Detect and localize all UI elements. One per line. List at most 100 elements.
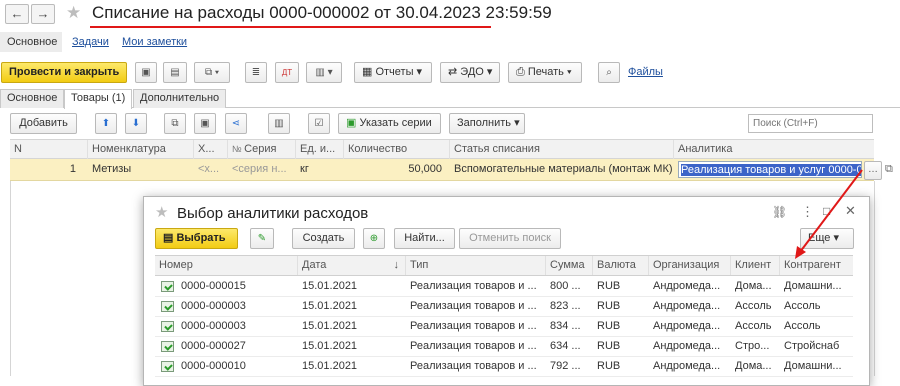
posted-document-icon bbox=[161, 281, 174, 292]
cell-client: Стро... bbox=[735, 340, 770, 352]
open-icon[interactable]: ⧉ bbox=[885, 163, 893, 176]
col-organization[interactable]: Организация bbox=[649, 256, 731, 275]
cell-number: 0000-000003 bbox=[181, 320, 246, 332]
favorite-star-icon[interactable]: ★ bbox=[66, 3, 81, 23]
section-tab-tasks[interactable]: Задачи bbox=[72, 36, 109, 48]
move-down-icon[interactable]: ⬇ bbox=[125, 113, 147, 134]
select-ellipsis-button[interactable]: … bbox=[864, 161, 882, 180]
related-documents-icon[interactable]: ▥ ▾ bbox=[306, 62, 342, 83]
edit-icon[interactable]: ✎ bbox=[250, 228, 274, 249]
checklist-icon[interactable]: ☑ bbox=[308, 113, 330, 134]
col-currency[interactable]: Валюта bbox=[593, 256, 649, 275]
cell-n: 1 bbox=[69, 163, 76, 175]
cell-item[interactable]: Метизы bbox=[88, 159, 194, 180]
col-client[interactable]: Клиент bbox=[731, 256, 780, 275]
share-icon[interactable]: ⋖ bbox=[225, 113, 247, 134]
col-date[interactable]: Дата ↓ bbox=[298, 256, 406, 275]
cell-client: Дома... bbox=[735, 360, 772, 372]
table-row[interactable]: 0000-000027 15.01.2021 Реализация товаро… bbox=[155, 337, 853, 357]
section-tab-main[interactable]: Основное bbox=[0, 32, 62, 52]
reports-button[interactable]: ▦ Отчеты ▾ bbox=[354, 62, 432, 83]
barcode-icon[interactable]: ▥ bbox=[268, 113, 290, 134]
col-unit[interactable]: Ед. и... bbox=[296, 140, 344, 159]
cell-char[interactable]: <х... bbox=[194, 159, 228, 180]
col-counterparty[interactable]: Контрагент bbox=[780, 256, 853, 275]
files-link[interactable]: Файлы bbox=[628, 66, 663, 78]
tab-additional[interactable]: Дополнительно bbox=[133, 89, 227, 108]
close-icon[interactable]: ✕ bbox=[845, 203, 856, 219]
more-button[interactable]: Еще ▾ bbox=[800, 228, 854, 249]
col-char[interactable]: Х... bbox=[194, 140, 228, 159]
cell-qty[interactable]: 50,000 bbox=[344, 159, 444, 180]
col-type[interactable]: Тип bbox=[406, 256, 546, 275]
cell-organization: Андромеда... bbox=[653, 280, 721, 292]
section-tab-notes[interactable]: Мои заметки bbox=[122, 36, 187, 48]
cell-series[interactable]: <серия н... bbox=[228, 159, 296, 180]
col-number[interactable]: Номер bbox=[155, 256, 298, 275]
col-analytics[interactable]: Аналитика bbox=[674, 140, 874, 159]
print-button[interactable]: ⎙ Печать ▾ bbox=[508, 62, 582, 83]
paste-icon[interactable]: ▣ bbox=[194, 113, 216, 134]
edo-button[interactable]: ⇄ ЭДО ▾ bbox=[440, 62, 500, 83]
table-row[interactable]: 0000-000015 15.01.2021 Реализация товаро… bbox=[155, 277, 853, 297]
reports-icon: ▦ bbox=[362, 66, 376, 78]
col-series[interactable]: № Серия bbox=[228, 140, 296, 159]
journal-icon[interactable]: ≣ bbox=[245, 62, 267, 83]
post-document-icon[interactable]: ▤ bbox=[163, 62, 187, 83]
create-button[interactable]: Создать bbox=[292, 228, 355, 249]
dt-kt-icon[interactable]: ДТ bbox=[275, 62, 299, 83]
cell-type: Реализация товаров и ... bbox=[410, 320, 537, 332]
fill-button[interactable]: Заполнить ▾ bbox=[449, 113, 525, 134]
cell-article[interactable]: Вспомогательные материалы (монтаж МК) bbox=[450, 159, 674, 180]
cell-counterparty: Домашни... bbox=[784, 280, 842, 292]
col-qty[interactable]: Количество bbox=[344, 140, 450, 159]
page-title: Списание на расходы 0000-000002 от 30.04… bbox=[92, 3, 552, 22]
back-button[interactable]: ← bbox=[5, 4, 29, 24]
post-and-close-button[interactable]: Провести и закрыть bbox=[1, 62, 127, 83]
attach-icon[interactable]: ⌕ bbox=[598, 62, 620, 83]
cancel-search-button[interactable]: Отменить поиск bbox=[459, 228, 561, 249]
cell-client: Ассоль bbox=[735, 300, 772, 312]
analytics-value: Реализация товаров и услуг 0000-00 bbox=[681, 164, 861, 176]
table-row[interactable]: 0000-000010 15.01.2021 Реализация товаро… bbox=[155, 357, 853, 377]
sort-down-icon: ↓ bbox=[393, 259, 400, 271]
table-row[interactable]: 1 Метизы <х... <серия н... кг 50,000 Всп… bbox=[10, 159, 874, 181]
table-right-border bbox=[874, 181, 875, 376]
cell-unit[interactable]: кг bbox=[296, 159, 344, 180]
table-row[interactable]: 0000-000003 15.01.2021 Реализация товаро… bbox=[155, 317, 853, 337]
col-article[interactable]: Статья списания bbox=[450, 140, 674, 159]
more-vertical-icon[interactable]: ⋮ bbox=[801, 204, 814, 220]
col-n[interactable]: N bbox=[10, 140, 88, 159]
edo-icon: ⇄ bbox=[448, 66, 461, 78]
maximize-icon[interactable]: □ bbox=[823, 204, 830, 218]
fill-label: Заполнить bbox=[457, 117, 512, 129]
table-row[interactable]: 0000-000003 15.01.2021 Реализация товаро… bbox=[155, 297, 853, 317]
select-button[interactable]: ▤ Выбрать bbox=[155, 228, 238, 249]
link-icon[interactable]: ⛓ bbox=[772, 205, 787, 219]
col-item[interactable]: Номенклатура bbox=[88, 140, 194, 159]
select-label: Выбрать bbox=[176, 232, 226, 244]
cell-counterparty: Стройснаб bbox=[784, 340, 840, 352]
cell-organization: Андромеда... bbox=[653, 320, 721, 332]
analytics-field[interactable]: Реализация товаров и услуг 0000-00 bbox=[678, 161, 862, 178]
copy-create-icon[interactable]: ⊕ bbox=[363, 228, 385, 249]
analytics-selection-dialog: ★ Выбор аналитики расходов ⛓ ⋮ □ ✕ ▤ Выб… bbox=[143, 196, 870, 386]
move-up-icon[interactable]: ⬆ bbox=[95, 113, 117, 134]
cell-type: Реализация товаров и ... bbox=[410, 340, 537, 352]
col-date-label: Дата bbox=[302, 259, 327, 271]
posted-document-icon bbox=[161, 321, 174, 332]
forward-button[interactable]: → bbox=[31, 4, 55, 24]
tab-main[interactable]: Основное bbox=[0, 89, 65, 108]
dialog-star-icon[interactable]: ★ bbox=[155, 203, 168, 221]
save-icon[interactable]: ▣ bbox=[135, 62, 157, 83]
dialog-title: Выбор аналитики расходов bbox=[177, 205, 369, 222]
copy-icon[interactable]: ⧉ bbox=[164, 113, 186, 134]
tab-goods[interactable]: Товары (1) bbox=[64, 89, 133, 109]
specify-series-button[interactable]: ▣ Указать серии bbox=[338, 113, 441, 134]
add-button[interactable]: Добавить bbox=[10, 113, 77, 134]
find-button[interactable]: Найти... bbox=[394, 228, 455, 249]
cell-number: 0000-000027 bbox=[181, 340, 246, 352]
col-sum[interactable]: Сумма bbox=[546, 256, 593, 275]
search-input[interactable] bbox=[748, 114, 873, 133]
create-based-on-icon[interactable]: ⧉ ▾ bbox=[194, 62, 230, 83]
